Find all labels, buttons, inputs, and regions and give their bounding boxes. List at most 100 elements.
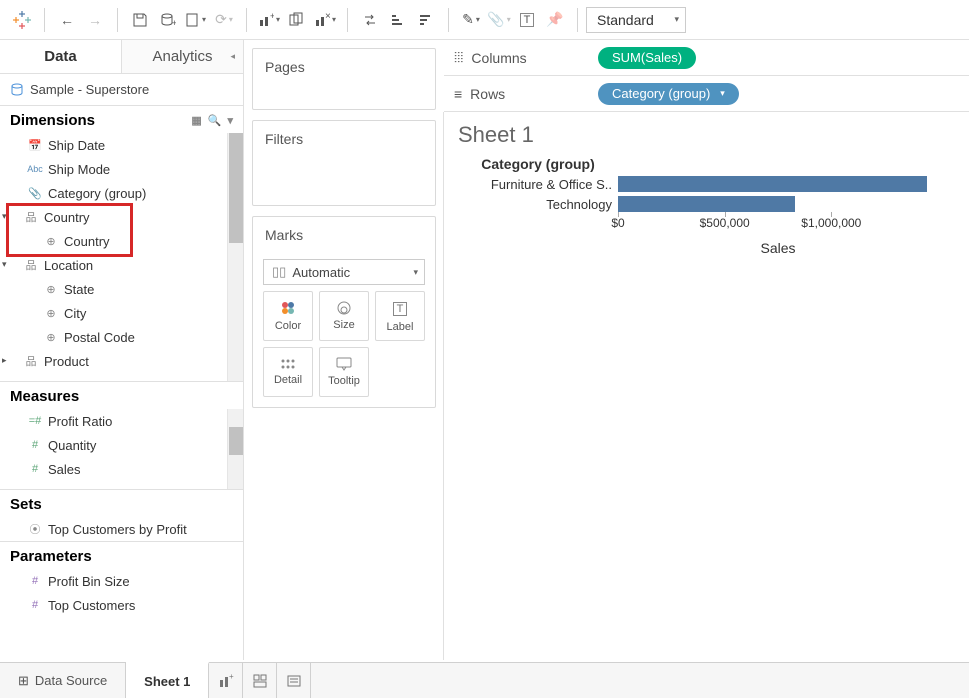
- expand-icon[interactable]: ▸: [2, 355, 7, 366]
- search-icon[interactable]: 🔍: [208, 114, 222, 127]
- new-worksheet-icon[interactable]: +: [209, 663, 243, 698]
- sheet-title[interactable]: Sheet 1: [458, 122, 955, 148]
- pages-card[interactable]: Pages: [252, 48, 436, 110]
- columns-shelf[interactable]: ⦙⦙⦙Columns SUM(Sales): [444, 40, 969, 76]
- size-icon: [335, 301, 353, 315]
- detail-button[interactable]: Detail: [263, 347, 313, 397]
- bar[interactable]: [618, 196, 795, 212]
- fit-selector[interactable]: Standard▾: [586, 7, 686, 33]
- parameters-header: Parameters: [0, 542, 243, 569]
- visualization: Sheet 1 Category (group) Furniture & Off…: [443, 112, 969, 660]
- top-toolbar: ← → + ▾ ⟳▾ +▾ ×▾ ✎▾ 📎▾ T 📌 Standard▾: [0, 0, 969, 40]
- new-worksheet-button[interactable]: ▾: [182, 6, 210, 34]
- new-sheet-button[interactable]: +▾: [255, 6, 283, 34]
- highlight-button[interactable]: ✎▾: [457, 6, 485, 34]
- detail-icon: [280, 358, 296, 370]
- field-city[interactable]: ⊕City: [0, 301, 243, 325]
- x-axis-label: Sales: [618, 240, 938, 256]
- datasource-item[interactable]: Sample - Superstore: [0, 74, 243, 105]
- svg-text:+: +: [229, 673, 234, 681]
- attachment-button[interactable]: 📎▾: [485, 6, 513, 34]
- field-ship-mode[interactable]: AbcShip Mode: [0, 157, 243, 181]
- datasource-name: Sample - Superstore: [30, 82, 149, 97]
- sheet-tabs: ⊞Data Source Sheet 1 +: [0, 662, 969, 698]
- data-tab[interactable]: Data: [0, 40, 121, 73]
- size-button[interactable]: Size: [319, 291, 369, 341]
- field-profit-ratio[interactable]: =#Profit Ratio: [0, 409, 243, 433]
- new-dashboard-icon[interactable]: [243, 663, 277, 698]
- field-top-cust-param[interactable]: #Top Customers: [0, 593, 243, 617]
- data-source-tab[interactable]: ⊞Data Source: [0, 663, 126, 698]
- tableau-logo-icon[interactable]: [8, 6, 36, 34]
- refresh-button[interactable]: ⟳▾: [210, 6, 238, 34]
- measures-scrollbar[interactable]: [227, 409, 243, 489]
- set-icon: ⦿: [26, 521, 44, 537]
- hierarchy-country[interactable]: 品Country: [0, 205, 243, 229]
- rows-shelf[interactable]: ≡Rows Category (group)▾: [444, 76, 969, 112]
- hierarchy-location[interactable]: 品Location: [0, 253, 243, 277]
- toolbar-separator: [44, 8, 45, 32]
- globe-icon: ⊕: [42, 283, 60, 296]
- number-icon: #: [26, 575, 44, 587]
- svg-text:+: +: [270, 12, 274, 21]
- date-icon: 📅: [26, 139, 44, 152]
- columns-icon: ⦙⦙⦙: [454, 49, 463, 66]
- field-country[interactable]: ⊕Country: [0, 229, 243, 253]
- filters-card[interactable]: Filters: [252, 120, 436, 206]
- color-button[interactable]: Color: [263, 291, 313, 341]
- menu-caret-icon[interactable]: ▾: [227, 114, 233, 127]
- field-category-group[interactable]: 📎Category (group): [0, 181, 243, 205]
- measures-list: =#Profit Ratio #Quantity #Sales: [0, 409, 243, 489]
- toolbar-separator: [117, 8, 118, 32]
- rows-pill[interactable]: Category (group)▾: [598, 83, 739, 105]
- label-button[interactable]: TLabel: [375, 291, 425, 341]
- new-story-icon[interactable]: [277, 663, 311, 698]
- analytics-tab[interactable]: Analytics◂: [121, 40, 243, 73]
- columns-pill[interactable]: SUM(Sales): [598, 47, 696, 69]
- collapse-icon[interactable]: ▾: [2, 259, 7, 270]
- pin-button[interactable]: 📌: [541, 6, 569, 34]
- sort-desc-button[interactable]: [412, 6, 440, 34]
- clear-sheet-button[interactable]: ×▾: [311, 6, 339, 34]
- field-top-customers-set[interactable]: ⦿Top Customers by Profit: [0, 517, 243, 541]
- tooltip-button[interactable]: Tooltip: [319, 347, 369, 397]
- forward-button[interactable]: →: [81, 6, 109, 34]
- number-icon: #: [26, 439, 44, 451]
- collapse-icon[interactable]: ▾: [2, 211, 7, 222]
- swap-button[interactable]: [356, 6, 384, 34]
- bar-label: Technology: [458, 197, 618, 212]
- hierarchy-product[interactable]: 品Product: [0, 349, 243, 373]
- field-sales[interactable]: #Sales: [0, 457, 243, 481]
- field-ship-date[interactable]: 📅Ship Date: [0, 133, 243, 157]
- field-state[interactable]: ⊕State: [0, 277, 243, 301]
- field-quantity[interactable]: #Quantity: [0, 433, 243, 457]
- bar-chart[interactable]: Furniture & Office S.. Technology: [458, 174, 955, 214]
- bar-label: Furniture & Office S..: [458, 177, 618, 192]
- duplicate-sheet-button[interactable]: [283, 6, 311, 34]
- chevron-down-icon: ▾: [720, 88, 725, 99]
- dimensions-scrollbar[interactable]: [227, 133, 243, 381]
- color-icon: [280, 300, 296, 316]
- chevron-down-icon: ▾: [413, 267, 418, 278]
- text-label-button[interactable]: T: [513, 6, 541, 34]
- bar-row[interactable]: Furniture & Office S..: [458, 174, 955, 194]
- back-button[interactable]: ←: [53, 6, 81, 34]
- measures-header: Measures: [0, 382, 243, 409]
- tooltip-icon: [336, 357, 352, 371]
- bar[interactable]: [618, 176, 927, 192]
- field-profit-bin[interactable]: #Profit Bin Size: [0, 569, 243, 593]
- new-datasource-button[interactable]: +: [154, 6, 182, 34]
- sort-asc-button[interactable]: [384, 6, 412, 34]
- svg-text:+: +: [172, 18, 176, 28]
- bar-row[interactable]: Technology: [458, 194, 955, 214]
- globe-icon: ⊕: [42, 307, 60, 320]
- sheet1-tab[interactable]: Sheet 1: [126, 662, 209, 698]
- marks-type-selector[interactable]: ▯▯ Automatic ▾: [263, 259, 425, 285]
- globe-icon: ⊕: [42, 235, 60, 248]
- worksheet-area: ⦙⦙⦙Columns SUM(Sales) ≡Rows Category (gr…: [444, 40, 969, 660]
- field-postal[interactable]: ⊕Postal Code: [0, 325, 243, 349]
- save-button[interactable]: [126, 6, 154, 34]
- globe-icon: ⊕: [42, 331, 60, 344]
- sets-header: Sets: [0, 490, 243, 517]
- view-grid-icon[interactable]: ▦: [191, 114, 201, 127]
